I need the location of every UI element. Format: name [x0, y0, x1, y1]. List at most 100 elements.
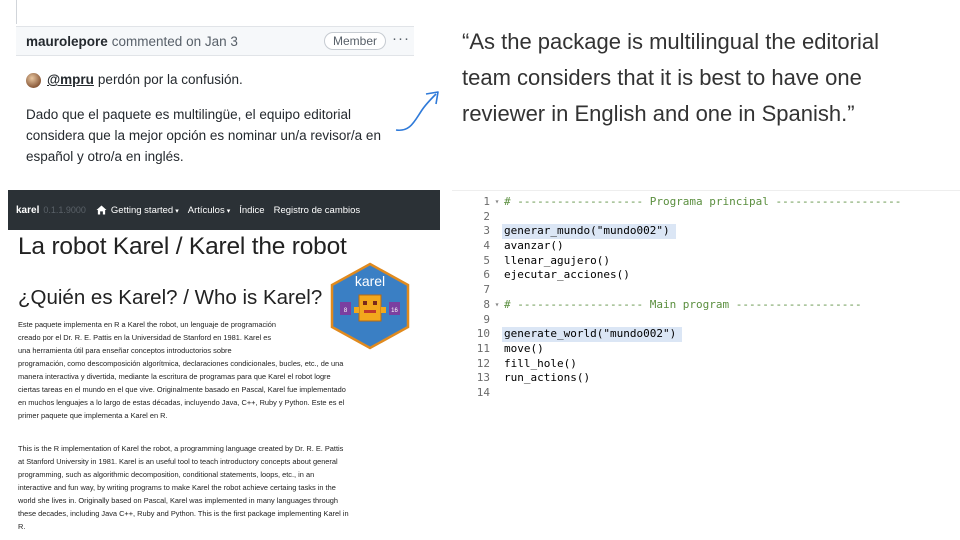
arrow-icon	[395, 91, 439, 132]
nav-label: Artículos	[187, 204, 225, 216]
nav-getting-started[interactable]: Getting started ▾	[111, 205, 179, 216]
code-text: move()	[504, 341, 544, 355]
paragraph-line: Este paquete implementa en R a Karel the…	[18, 320, 277, 329]
line-number: 3	[483, 224, 490, 238]
code-comment: # ------------------- Programa principal…	[504, 195, 902, 208]
site-brand[interactable]: karel	[16, 205, 39, 216]
user-mention[interactable]: @mpru	[47, 70, 94, 91]
fold-gutter	[492, 268, 502, 283]
code-text: llenar_agujero()	[504, 253, 610, 267]
line-number: 14	[476, 385, 490, 399]
fold-gutter	[492, 283, 502, 298]
fold-gutter	[492, 224, 502, 239]
github-comment: maurolepore commented on Jan 3 Member ··…	[8, 0, 414, 176]
comment-line: español y otro/a en inglés.	[26, 148, 184, 164]
code-comment: # ------------------- Main program -----…	[504, 297, 862, 311]
paragraph-line: programación, como descomposición algorí…	[18, 359, 344, 368]
fold-gutter	[492, 386, 502, 401]
paragraph-line: world she lives in. Originally based on …	[18, 496, 339, 505]
fold-gutter	[492, 357, 502, 372]
nav-registro-de-cambios[interactable]: Registro de cambios	[274, 205, 361, 216]
avatar[interactable]	[26, 72, 41, 88]
line-number: 12	[476, 356, 490, 370]
mention-text: perdón por la confusión.	[97, 72, 243, 87]
section-heading: ¿Quién es Karel? / Who is Karel?	[18, 286, 323, 309]
paragraph-line: interactive and fun way, by writing prog…	[18, 483, 336, 492]
line-number: 6	[483, 268, 490, 282]
logo-text: karel	[355, 273, 385, 289]
code-line[interactable]: 2	[452, 210, 960, 225]
line-number: 8	[483, 297, 490, 311]
line-number: 10	[476, 327, 490, 341]
code-text: generate_world("mundo002")	[502, 327, 683, 342]
comment-author[interactable]: maurolepore	[26, 34, 108, 49]
caret-down-icon: ▾	[226, 207, 231, 215]
logo-right-number: 16	[391, 308, 398, 314]
home-icon[interactable]	[96, 205, 107, 215]
comment-line: considera que la mejor opción es nominar…	[26, 127, 381, 143]
fold-gutter	[492, 313, 502, 328]
code-text: avanzar()	[504, 239, 564, 253]
code-line[interactable]: 10 generate_world("mundo002")	[452, 327, 960, 342]
code-editor[interactable]: 1 ▾ # ------------------- Programa princip…	[452, 190, 960, 406]
code-line[interactable]: 11 move()	[452, 342, 960, 357]
paragraph-line: programming, such as algorithmic decompo…	[18, 470, 315, 479]
comment-action[interactable]: commented on Jan 3	[112, 34, 238, 49]
nav-articulos[interactable]: Artículos ▾	[188, 205, 230, 216]
code-text: fill_hole()	[504, 356, 577, 370]
quote-line: “As the package is multilingual the edit…	[462, 29, 880, 54]
code-line[interactable]: 7	[452, 283, 960, 298]
fold-toggle-icon[interactable]: ▾	[492, 298, 502, 313]
code-line[interactable]: 6 ejecutar_acciones()	[452, 268, 960, 283]
paragraph-line: these decades, including Java C++, Ruby …	[18, 509, 349, 518]
code-line[interactable]: 3 generar_mundo("mundo002")	[452, 224, 960, 240]
comment-paragraph: Dado que el paquete es multilingüe, el e…	[26, 105, 411, 168]
code-line[interactable]: 13 run_actions()	[452, 371, 960, 386]
fold-gutter	[492, 210, 502, 225]
paragraph-line: at Stanford University in 1981. Karel is…	[18, 457, 338, 466]
code-line[interactable]: 8 ▾ # ------------------- Main program ---…	[452, 298, 960, 313]
paragraph-line: manera interactiva y divertida, mediante…	[18, 372, 331, 381]
paragraph-line: primer paquete que implementa a Karel en…	[18, 411, 168, 420]
fold-gutter	[492, 342, 502, 357]
member-badge: Member	[323, 32, 386, 50]
nav-indice[interactable]: Índice	[239, 205, 264, 216]
site-navbar: karel 0.1.1.9000 Getting started ▾ Artícu…	[8, 190, 440, 230]
spanish-description: Este paquete implementa en R a Karel the…	[18, 318, 438, 422]
nav-label: Getting started	[110, 204, 174, 216]
code-line[interactable]: 12 fill_hole()	[452, 357, 960, 372]
code-text: generar_mundo("mundo002")	[502, 224, 676, 240]
more-options-icon[interactable]: ···	[392, 30, 410, 47]
code-line[interactable]: 4 avanzar()	[452, 239, 960, 254]
code-line[interactable]: 9	[452, 313, 960, 328]
caret-down-icon: ▾	[175, 207, 179, 215]
code-line[interactable]: 5 llenar_agujero()	[452, 254, 960, 269]
code-text: run_actions()	[504, 371, 591, 385]
fold-toggle-icon[interactable]: ▾	[492, 195, 502, 210]
paragraph-line: en muchos lenguajes a lo largo de estas …	[18, 398, 345, 407]
site-version: 0.1.1.9000	[43, 205, 86, 215]
paragraph-line: R.	[18, 522, 26, 531]
comment-line: Dado que el paquete es multilingüe, el e…	[26, 106, 351, 122]
code-line[interactable]: 14	[452, 386, 960, 401]
fold-gutter	[492, 254, 502, 269]
comment-header: maurolepore commented on Jan 3 Member ··…	[16, 26, 414, 56]
karel-website: karel 0.1.1.9000 Getting started ▾ Artícu…	[8, 190, 440, 540]
paragraph-line: This is the R implementation of Karel th…	[18, 444, 344, 453]
fold-gutter	[492, 327, 502, 342]
english-description: This is the R implementation of Karel th…	[18, 442, 438, 533]
line-number: 5	[483, 253, 490, 267]
quote-line: team considers that it is best to have o…	[462, 65, 862, 90]
code-text: ejecutar_acciones()	[504, 268, 630, 282]
mention-line: @mpru perdón por la confusión.	[26, 70, 411, 91]
line-number: 13	[476, 371, 490, 385]
line-number: 1	[483, 195, 490, 208]
translated-quote: “As the package is multilingual the edit…	[462, 24, 952, 132]
fold-gutter	[492, 371, 502, 386]
line-number: 2	[483, 209, 490, 223]
code-line[interactable]: 1 ▾ # ------------------- Programa princip…	[452, 195, 960, 210]
